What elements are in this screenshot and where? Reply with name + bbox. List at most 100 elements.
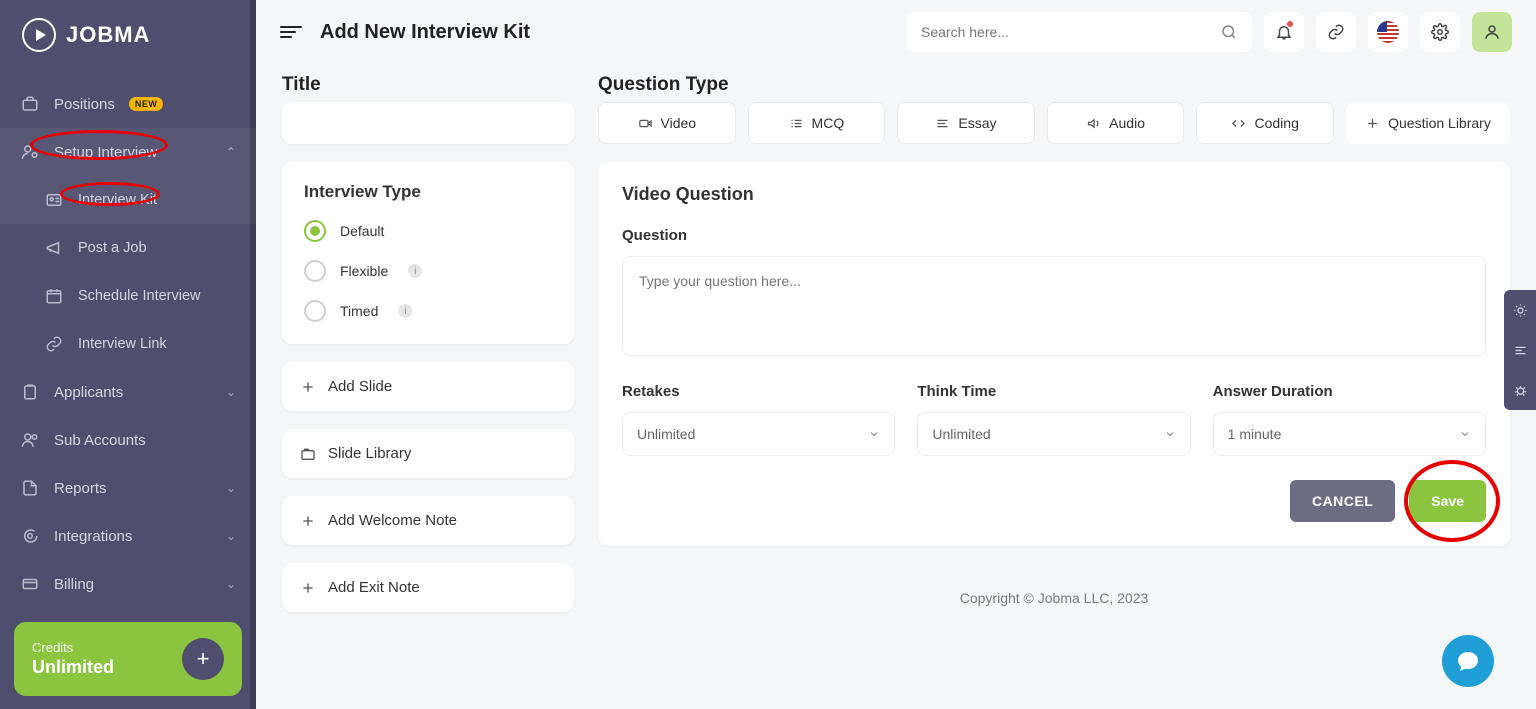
clipboard-icon <box>20 382 40 402</box>
language-button[interactable] <box>1368 12 1408 52</box>
answer-duration-label: Answer Duration <box>1213 383 1486 400</box>
slide-library-button[interactable]: Slide Library <box>282 429 574 478</box>
page-title: Add New Interview Kit <box>320 21 530 44</box>
add-slide-button[interactable]: Add Slide <box>282 362 574 411</box>
sidebar-item-integrations[interactable]: Integrations ⌄ <box>0 512 256 560</box>
info-icon[interactable]: i <box>398 304 412 318</box>
chevron-down-icon: ⌄ <box>226 385 236 399</box>
search-input[interactable] <box>907 12 1252 52</box>
video-question-heading: Video Question <box>622 184 1486 205</box>
plus-icon <box>300 580 316 596</box>
sidebar-item-applicants[interactable]: Applicants ⌄ <box>0 368 256 416</box>
question-type-audio[interactable]: Audio <box>1047 102 1185 144</box>
credits-box[interactable]: Credits Unlimited + <box>14 622 242 696</box>
add-credits-button[interactable]: + <box>182 638 224 680</box>
code-icon <box>1231 116 1246 131</box>
question-type-essay[interactable]: Essay <box>897 102 1035 144</box>
plus-icon <box>300 513 316 529</box>
think-time-select[interactable]: Unlimited <box>917 412 1190 456</box>
radio-label: Default <box>340 223 384 239</box>
new-badge: NEW <box>129 97 164 111</box>
file-icon <box>20 478 40 498</box>
links-button[interactable] <box>1316 12 1356 52</box>
audio-icon <box>1086 116 1101 131</box>
sidebar-item-schedule-interview[interactable]: Schedule Interview <box>0 272 256 320</box>
sidebar-item-reports[interactable]: Reports ⌄ <box>0 464 256 512</box>
user-gear-icon <box>20 142 40 162</box>
sidebar-item-label: Interview Kit <box>78 192 157 208</box>
theme-toggle-button[interactable] <box>1504 290 1536 330</box>
main: Add New Interview Kit <box>256 0 1536 709</box>
action-label: Add Welcome Note <box>328 512 457 529</box>
settings-button[interactable] <box>1420 12 1460 52</box>
chat-icon <box>1456 649 1480 673</box>
calendar-icon <box>44 286 64 306</box>
sidebar-item-label: Post a Job <box>78 240 147 256</box>
sidebar-item-sub-accounts[interactable]: Sub Accounts <box>0 416 256 464</box>
question-type-heading: Question Type <box>598 74 1510 96</box>
list-icon <box>789 116 804 131</box>
question-input[interactable] <box>622 256 1486 356</box>
info-icon[interactable]: i <box>408 264 422 278</box>
sidebar-item-label: Sub Accounts <box>54 432 146 449</box>
qtype-label: MCQ <box>812 115 845 131</box>
action-label: Add Exit Note <box>328 579 420 596</box>
video-icon <box>638 116 653 131</box>
interview-type-timed[interactable]: Timed i <box>304 300 552 322</box>
answer-duration-select[interactable]: 1 minute <box>1213 412 1486 456</box>
topbar: Add New Interview Kit <box>256 0 1536 64</box>
notifications-button[interactable] <box>1264 12 1304 52</box>
question-type-mcq[interactable]: MCQ <box>748 102 886 144</box>
select-value: Unlimited <box>637 426 695 442</box>
id-card-icon <box>44 190 64 210</box>
radio-icon <box>304 260 326 282</box>
layout-button[interactable] <box>1504 330 1536 370</box>
folder-icon <box>300 446 316 462</box>
interview-type-default[interactable]: Default <box>304 220 552 242</box>
action-label: Add Slide <box>328 378 392 395</box>
sidebar-item-post-job[interactable]: Post a Job <box>0 224 256 272</box>
sidebar-item-billing[interactable]: Billing ⌄ <box>0 560 256 608</box>
bug-button[interactable] <box>1504 370 1536 410</box>
select-value: Unlimited <box>932 426 990 442</box>
interview-type-flexible[interactable]: Flexible i <box>304 260 552 282</box>
user-icon <box>1483 23 1501 41</box>
radio-label: Timed <box>340 303 378 319</box>
plus-icon <box>300 379 316 395</box>
question-type-video[interactable]: Video <box>598 102 736 144</box>
qtype-label: Coding <box>1254 115 1298 131</box>
megaphone-icon <box>44 238 64 258</box>
notification-dot <box>1287 21 1293 27</box>
sidebar-item-interview-link[interactable]: Interview Link <box>0 320 256 368</box>
retakes-label: Retakes <box>622 383 895 400</box>
sidebar-item-interview-kit[interactable]: Interview Kit <box>0 176 256 224</box>
play-logo-icon <box>22 18 56 52</box>
title-input[interactable] <box>282 102 574 144</box>
menu-toggle-button[interactable] <box>280 26 302 38</box>
sidebar-item-label: Positions <box>54 96 115 113</box>
chat-icon <box>20 526 40 546</box>
profile-button[interactable] <box>1472 12 1512 52</box>
video-question-card: Video Question Question Retakes Unlimite… <box>598 162 1510 546</box>
radio-icon <box>304 220 326 242</box>
sidebar-item-label: Schedule Interview <box>78 288 201 304</box>
chat-fab-button[interactable] <box>1442 635 1494 687</box>
question-type-coding[interactable]: Coding <box>1196 102 1334 144</box>
save-button[interactable]: Save <box>1409 480 1486 522</box>
users-icon <box>20 430 40 450</box>
retakes-select[interactable]: Unlimited <box>622 412 895 456</box>
cancel-button[interactable]: CANCEL <box>1290 480 1395 522</box>
search-field[interactable] <box>921 24 1220 40</box>
sidebar-item-setup-interview[interactable]: Setup Interview ⌃ <box>0 128 256 176</box>
add-exit-note-button[interactable]: Add Exit Note <box>282 563 574 612</box>
sidebar-item-label: Applicants <box>54 384 123 401</box>
radio-label: Flexible <box>340 263 388 279</box>
question-library-button[interactable]: Question Library <box>1346 102 1510 144</box>
briefcase-icon <box>20 94 40 114</box>
question-label: Question <box>622 227 1486 244</box>
add-welcome-note-button[interactable]: Add Welcome Note <box>282 496 574 545</box>
text-icon <box>935 116 950 131</box>
logo[interactable]: JOBMA <box>0 0 256 80</box>
gear-icon <box>1431 23 1449 41</box>
sidebar-item-positions[interactable]: Positions NEW <box>0 80 256 128</box>
